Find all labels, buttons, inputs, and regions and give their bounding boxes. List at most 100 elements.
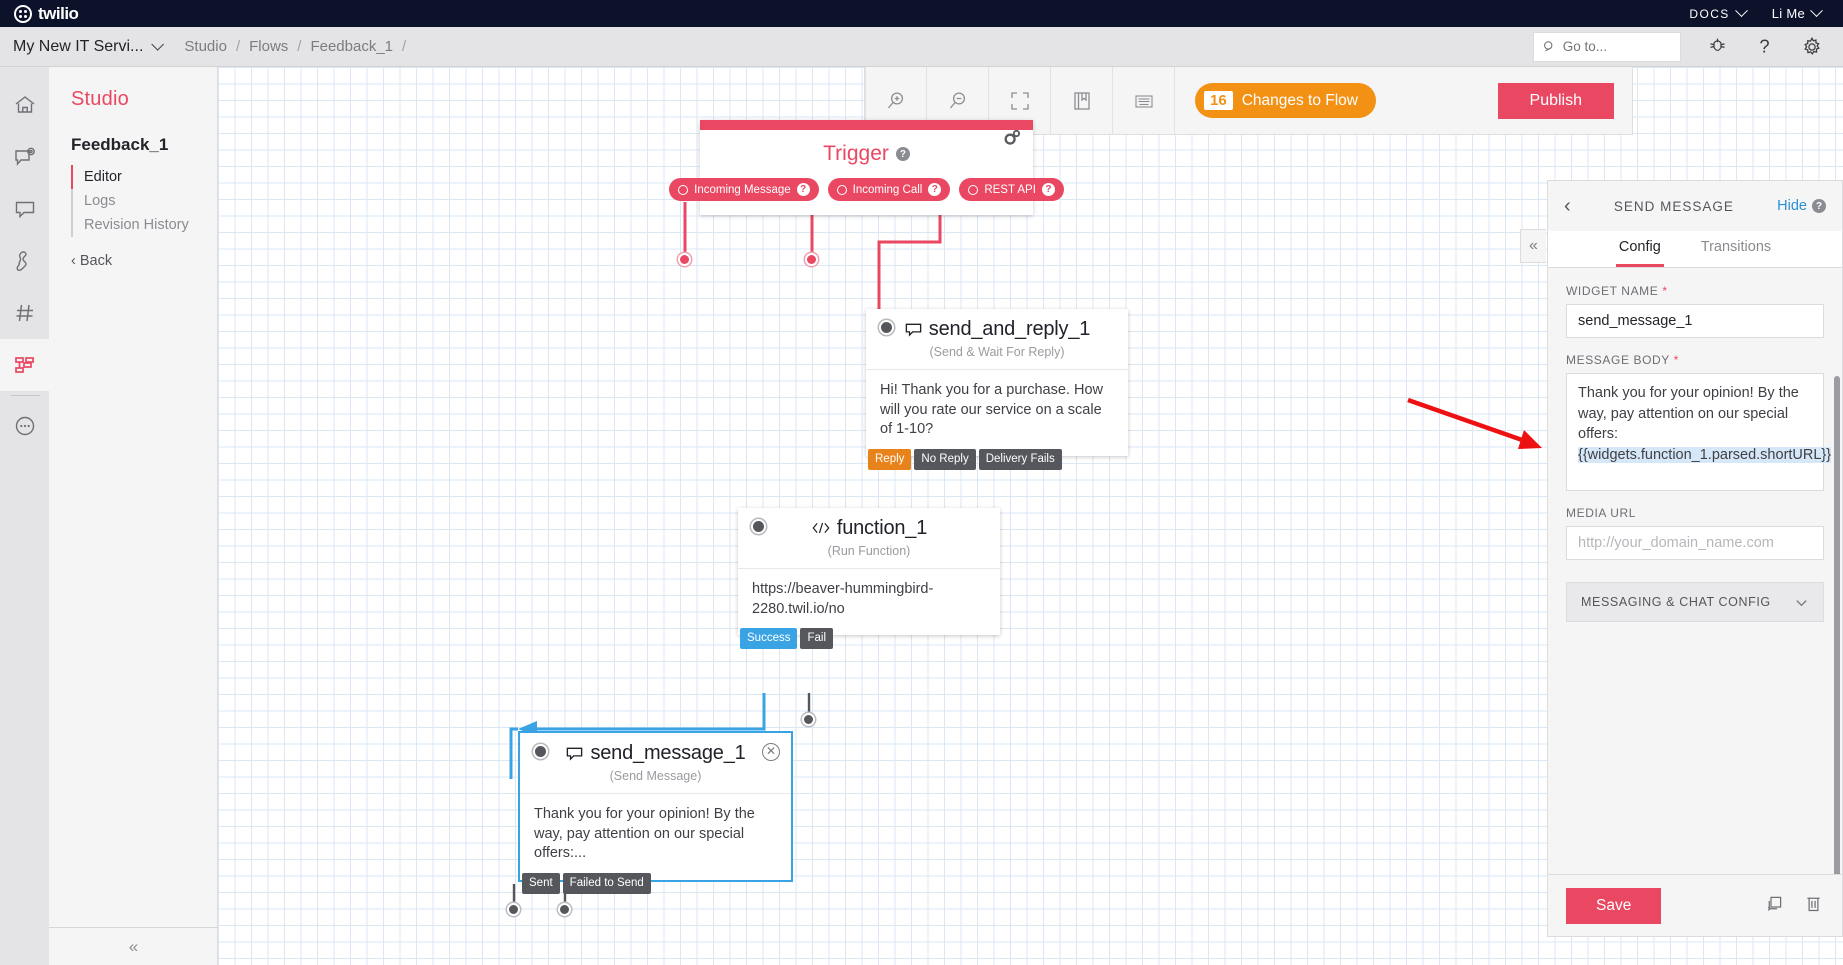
sidebar-item-more[interactable] bbox=[0, 400, 49, 452]
top-navigation-bar: twilio DOCS Li Me bbox=[0, 0, 1843, 27]
transition-pill-failed-to-send[interactable]: Failed to Send bbox=[563, 873, 651, 894]
trigger-pill-incoming-message[interactable]: Incoming Message ? bbox=[669, 178, 819, 201]
transition-pill-sent[interactable]: Sent bbox=[522, 873, 560, 894]
widget-send-and-reply-1[interactable]: send_and_reply_1 (Send & Wait For Reply)… bbox=[866, 309, 1128, 456]
search-box[interactable] bbox=[1533, 32, 1681, 62]
message-body-input[interactable]: Thank you for your opinion! By the way, … bbox=[1566, 373, 1824, 491]
widget-title-row: send_message_1 bbox=[520, 733, 791, 773]
widget-body-text: https://beaver-hummingbird-2280.twil.io/… bbox=[738, 568, 1000, 635]
publish-button[interactable]: Publish bbox=[1498, 83, 1614, 119]
widget-trigger[interactable]: Trigger ? Incoming Message ? Incoming Ca… bbox=[700, 120, 1033, 215]
flow-name: Feedback_1 bbox=[49, 111, 217, 155]
message-body-label: MESSAGE BODY * bbox=[1566, 353, 1824, 367]
account-selector[interactable]: My New IT Servi... bbox=[13, 38, 160, 56]
duplicate-icon bbox=[1764, 893, 1785, 914]
studio-sidebar: Studio Feedback_1 Editor Logs Revision H… bbox=[49, 67, 218, 965]
chevron-down-icon bbox=[1794, 595, 1809, 610]
transition-pill-fail[interactable]: Fail bbox=[800, 628, 833, 649]
twilio-logo[interactable]: twilio bbox=[14, 4, 78, 24]
media-url-input[interactable] bbox=[1566, 526, 1824, 560]
widget-library-button[interactable] bbox=[1051, 67, 1113, 135]
transition-pill-reply[interactable]: Reply bbox=[868, 449, 911, 470]
inspector-collapse-button[interactable]: « bbox=[1520, 229, 1546, 263]
widget-name-input[interactable] bbox=[1566, 304, 1824, 338]
breadcrumb-item-feedback1[interactable]: Feedback_1 bbox=[310, 38, 393, 55]
search-input[interactable] bbox=[1563, 39, 1671, 54]
widget-name-label-text: WIDGET NAME bbox=[1566, 284, 1658, 298]
breadcrumb-item-studio[interactable]: Studio bbox=[184, 38, 227, 55]
widget-function-1[interactable]: function_1 (Run Function) https://beaver… bbox=[738, 508, 1000, 635]
breadcrumb-separator: / bbox=[297, 38, 301, 55]
inspector-back-button[interactable]: ‹ bbox=[1564, 196, 1571, 216]
spacer bbox=[1566, 338, 1824, 353]
widget-transition-pills: Reply No Reply Delivery Fails bbox=[866, 449, 1062, 470]
sidebar-item-studio[interactable] bbox=[0, 339, 49, 391]
settings-button[interactable] bbox=[1801, 36, 1823, 58]
sidebar-item-voice[interactable] bbox=[0, 235, 49, 287]
sidebar-collapse-button[interactable]: « bbox=[49, 927, 218, 965]
endpoint-failed-to-send[interactable] bbox=[558, 903, 571, 916]
studio-icon bbox=[13, 353, 37, 377]
debugger-button[interactable] bbox=[1707, 36, 1728, 57]
bug-icon bbox=[1707, 36, 1728, 57]
phone-numbers-icon bbox=[13, 301, 37, 325]
widget-send-message-1[interactable]: ✕ send_message_1 (Send Message) Thank yo… bbox=[518, 731, 793, 882]
save-button[interactable]: Save bbox=[1566, 888, 1661, 924]
user-menu[interactable]: Li Me bbox=[1772, 6, 1821, 21]
tab-config[interactable]: Config bbox=[1616, 231, 1664, 267]
sidebar-item-editor[interactable]: Editor bbox=[71, 165, 217, 189]
sidebar-item-revision-history[interactable]: Revision History bbox=[71, 213, 217, 237]
spacer bbox=[1566, 491, 1824, 506]
trigger-title-row: Trigger ? bbox=[700, 130, 1033, 168]
inspector-scrollbar[interactable] bbox=[1834, 376, 1840, 874]
page-title: Studio bbox=[49, 67, 217, 111]
inspector-tabs: Config Transitions bbox=[1548, 231, 1842, 268]
keyboard-shortcuts-button[interactable] bbox=[1113, 67, 1175, 135]
sidebar-item-logs[interactable]: Logs bbox=[71, 189, 217, 213]
inspector-footer-actions bbox=[1764, 893, 1824, 919]
widget-name: send_message_1 bbox=[590, 742, 745, 765]
messaging-chat-config-accordion[interactable]: MESSAGING & CHAT CONFIG bbox=[1566, 582, 1824, 622]
docs-menu[interactable]: DOCS bbox=[1689, 7, 1745, 21]
endpoint-incoming-call[interactable] bbox=[805, 253, 818, 266]
back-link[interactable]: ‹ Back bbox=[49, 237, 217, 269]
duplicate-button[interactable] bbox=[1764, 893, 1785, 919]
changes-count: 16 bbox=[1204, 91, 1233, 110]
help-button[interactable]: ? bbox=[1754, 35, 1775, 58]
help-icon[interactable]: ? bbox=[1042, 183, 1055, 196]
transition-pill-success[interactable]: Success bbox=[740, 628, 797, 649]
changes-to-flow-badge[interactable]: 16 Changes to Flow bbox=[1195, 83, 1376, 118]
transition-pill-no-reply[interactable]: No Reply bbox=[914, 449, 975, 470]
widget-body-text: Hi! Thank you for a purchase. How will y… bbox=[866, 369, 1128, 456]
widget-name-label: WIDGET NAME * bbox=[1566, 284, 1824, 298]
endpoint-fail[interactable] bbox=[802, 713, 815, 726]
trigger-settings-button[interactable] bbox=[1003, 128, 1022, 152]
changes-label: Changes to Flow bbox=[1242, 92, 1358, 110]
help-icon[interactable]: ? bbox=[928, 183, 941, 196]
widget-name: send_and_reply_1 bbox=[929, 318, 1090, 341]
breadcrumb-item-flows[interactable]: Flows bbox=[249, 38, 288, 55]
delete-button[interactable] bbox=[1803, 893, 1824, 919]
message-body-plain: Thank you for your opinion! By the way, … bbox=[1578, 385, 1799, 442]
help-icon[interactable]: ? bbox=[1812, 199, 1826, 213]
endpoint-incoming-message[interactable] bbox=[678, 253, 691, 266]
sidebar-item-phone-numbers[interactable] bbox=[0, 287, 49, 339]
help-icon[interactable]: ? bbox=[896, 147, 910, 161]
message-icon bbox=[565, 744, 584, 763]
endpoint-sent[interactable] bbox=[507, 903, 520, 916]
trigger-pill-label: Incoming Call bbox=[853, 184, 923, 196]
sidebar-item-chat[interactable] bbox=[0, 183, 49, 235]
help-icon[interactable]: ? bbox=[797, 183, 810, 196]
inspector-hide-button[interactable]: Hide ? bbox=[1777, 198, 1826, 214]
inspector-title: SEND MESSAGE bbox=[1571, 199, 1778, 214]
breadcrumb-separator: / bbox=[402, 38, 406, 55]
widget-transition-pills: Success Fail bbox=[738, 628, 833, 649]
tab-transitions[interactable]: Transitions bbox=[1698, 231, 1774, 267]
transition-pill-delivery-fails[interactable]: Delivery Fails bbox=[979, 449, 1062, 470]
trigger-pill-rest-api[interactable]: REST API ? bbox=[959, 178, 1064, 201]
product-rail bbox=[0, 67, 49, 965]
trigger-pill-incoming-call[interactable]: Incoming Call ? bbox=[828, 178, 951, 201]
widget-transition-pills: Sent Failed to Send bbox=[520, 873, 651, 894]
sidebar-item-messaging[interactable] bbox=[0, 131, 49, 183]
sidebar-item-home[interactable] bbox=[0, 79, 49, 131]
